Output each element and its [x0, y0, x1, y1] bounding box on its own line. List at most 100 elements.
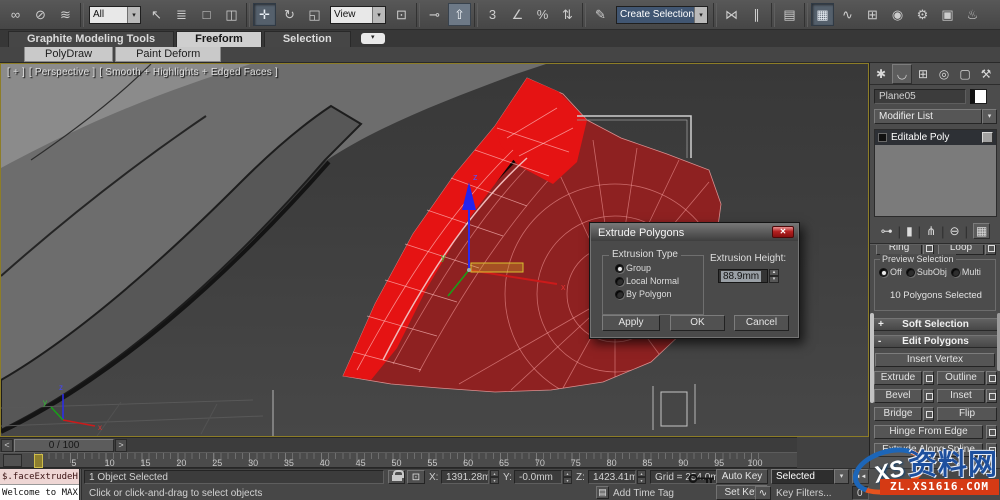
create-tab[interactable]: ✱ [871, 64, 891, 84]
configure-modifier-sets-icon[interactable]: ▦ [972, 223, 991, 239]
angle-snap-toggle-icon[interactable]: ∠ [506, 3, 529, 26]
time-slider-prev-button[interactable]: < [1, 439, 13, 452]
default-tangent-icon[interactable]: ∿ [755, 486, 771, 500]
align-icon[interactable]: ∥ [745, 3, 768, 26]
viewport-pov-menu[interactable]: [ Perspective ] [29, 67, 95, 78]
settings-box-hinge-from-edge[interactable] [986, 425, 997, 439]
settings-box-bridge[interactable] [923, 407, 934, 421]
extrusion-type-radio-local-normal[interactable]: Local Normal [615, 276, 703, 286]
modify-tab[interactable]: ◡ [892, 64, 912, 84]
graphite-ribbon-toggle-icon[interactable]: ▦ [811, 3, 834, 26]
snaps-toggle-icon[interactable]: 3 [481, 3, 504, 26]
select-and-scale-icon[interactable]: ◱ [303, 3, 326, 26]
ribbon-panel-polydraw[interactable]: PolyDraw [24, 47, 114, 62]
rollout-collapse-icon[interactable]: - [878, 336, 881, 347]
reference-coordinate-system-dropdown[interactable]: View ▾ [330, 5, 386, 24]
named-selection-sets-dropdown[interactable]: Create Selection Se▾ [616, 5, 708, 24]
extrude-polygons-dialog[interactable]: Extrude Polygons ✕ Extrusion Type Group L… [589, 222, 800, 339]
ribbon-tab-graphite-modeling-tools[interactable]: Graphite Modeling Tools [8, 31, 175, 47]
material-editor-icon[interactable]: ◉ [886, 3, 909, 26]
settings-box-extrude[interactable] [923, 371, 934, 385]
z-coord-field[interactable]: 1423.41mm [588, 470, 636, 484]
button-outline[interactable]: Outline [937, 371, 985, 385]
extrusion-height-field[interactable]: 88.9mm [718, 269, 768, 283]
add-time-tag[interactable]: Add Time Tag [613, 488, 674, 499]
show-end-result-icon[interactable]: ▮ [906, 224, 913, 238]
soft-selection-rollout[interactable]: + Soft Selection [873, 318, 998, 331]
button-flip[interactable]: Flip [937, 407, 997, 421]
loop-spinner[interactable] [985, 245, 996, 255]
remove-modifier-icon[interactable]: ⊖ [950, 224, 960, 238]
y-coord-field[interactable]: -0.0mm [514, 470, 562, 484]
viewport-general-menu[interactable]: [ + ] [7, 67, 25, 78]
dialog-close-button[interactable]: ✕ [772, 226, 794, 238]
stack-item-toggle-icon[interactable] [982, 132, 993, 143]
button-inset[interactable]: Inset [937, 389, 985, 403]
utilities-tab[interactable]: ⚒ [976, 64, 996, 84]
pin-stack-icon[interactable]: ⊶ [881, 224, 893, 238]
object-name-field[interactable]: Plane05 [874, 89, 966, 104]
ribbon-panel-paint-deform[interactable]: Paint Deform [115, 47, 222, 62]
mirror-icon[interactable]: ⋈ [720, 3, 743, 26]
ribbon-minimize-button[interactable]: ▾ [360, 33, 385, 44]
dropdown-arrow-icon[interactable]: ▾ [834, 469, 849, 484]
preview-selection-radio-off[interactable]: Off [879, 267, 902, 277]
insert-vertex-button[interactable]: Insert Vertex [875, 353, 995, 367]
viewport-label[interactable]: [ + ] [ Perspective ] [ Smooth + Highlight… [7, 67, 282, 78]
rollout-expand-icon[interactable]: + [878, 319, 884, 330]
use-pivot-point-center-icon[interactable]: ⊡ [390, 3, 413, 26]
spinner-up-icon[interactable]: ▴ [769, 269, 779, 276]
select-and-rotate-icon[interactable]: ↻ [278, 3, 301, 26]
edit-named-selection-sets-icon[interactable]: ✎ [589, 3, 612, 26]
selection-lock-toggle[interactable] [388, 470, 405, 484]
object-color-swatch[interactable] [970, 89, 987, 104]
render-setup-icon[interactable]: ⚙ [911, 3, 934, 26]
listener-splitter[interactable] [79, 469, 82, 500]
z-coord-spinner[interactable]: ▴ ▾ [637, 470, 646, 484]
percent-snap-toggle-icon[interactable]: % [531, 3, 554, 26]
selection-set-filter-dropdown[interactable]: Selected ▾ [771, 469, 849, 484]
curve-editor-icon[interactable]: ∿ [836, 3, 859, 26]
schematic-view-icon[interactable]: ⊞ [861, 3, 884, 26]
make-unique-icon[interactable]: ⋔ [926, 224, 936, 238]
time-slider-marker[interactable] [34, 454, 43, 468]
dropdown-arrow-icon[interactable]: ▾ [372, 6, 385, 23]
edit-polygons-rollout[interactable]: - Edit Polygons [873, 335, 998, 348]
preview-selection-radio-multi[interactable]: Multi [950, 267, 981, 277]
select-object-icon[interactable]: ↖ [145, 3, 168, 26]
render-production-icon[interactable]: ♨ [961, 3, 984, 26]
keyboard-shortcut-override-icon[interactable]: ⇧ [448, 3, 471, 26]
stack-item-editable-poly[interactable]: Editable Poly [875, 130, 996, 145]
cancel-button[interactable]: Cancel [734, 315, 789, 331]
modifier-list-dropdown[interactable]: Modifier List ▾ [874, 109, 997, 124]
maxscript-mini-listener-macro[interactable]: $.faceExtrudeH [0, 469, 79, 485]
unlink-selection-icon[interactable]: ⊘ [29, 3, 52, 26]
extrusion-type-radio-group[interactable]: Group [615, 263, 703, 273]
spinner-snap-toggle-icon[interactable]: ⇅ [556, 3, 579, 26]
select-and-link-icon[interactable]: ∞ [4, 3, 27, 26]
dropdown-arrow-icon[interactable]: ▾ [982, 109, 997, 124]
hierarchy-tab[interactable]: ⊞ [913, 64, 933, 84]
ribbon-tab-freeform[interactable]: Freeform [176, 31, 262, 47]
dropdown-arrow-icon[interactable]: ▾ [127, 6, 140, 23]
maxscript-mini-listener-output[interactable]: Welcome to MAX! [0, 485, 79, 500]
auto-key-button[interactable]: Auto Key [716, 469, 768, 484]
bind-to-space-warp-icon[interactable]: ≋ [54, 3, 77, 26]
settings-box-bevel[interactable] [923, 389, 934, 403]
track-bar[interactable]: 0510152025303540455055606570758085909510… [0, 452, 797, 468]
preview-selection-radio-subobj[interactable]: SubObj [905, 267, 947, 277]
key-filters-button[interactable]: Key Filters... [776, 488, 832, 499]
absolute-offset-mode-toggle[interactable]: ⊡ [407, 470, 425, 484]
viewport-shading-menu[interactable]: [ Smooth + Highlights + Edged Faces ] [99, 67, 278, 78]
x-coord-spinner[interactable]: ▴ ▾ [490, 470, 499, 484]
button-bevel[interactable]: Bevel [874, 389, 922, 403]
select-by-name-icon[interactable]: ≣ [170, 3, 193, 26]
selection-filter-dropdown[interactable]: All ▾ [89, 5, 141, 24]
rollout-scrollbar-left[interactable] [870, 313, 874, 403]
select-and-move-icon[interactable]: ✛ [253, 3, 276, 26]
add-time-tag-icon[interactable]: ▤ [596, 486, 609, 499]
ribbon-tab-selection[interactable]: Selection [263, 31, 351, 47]
modifier-stack[interactable]: Editable Poly [874, 129, 997, 217]
select-and-manipulate-icon[interactable]: ⊸ [423, 3, 446, 26]
y-coord-spinner[interactable]: ▴ ▾ [563, 470, 572, 484]
